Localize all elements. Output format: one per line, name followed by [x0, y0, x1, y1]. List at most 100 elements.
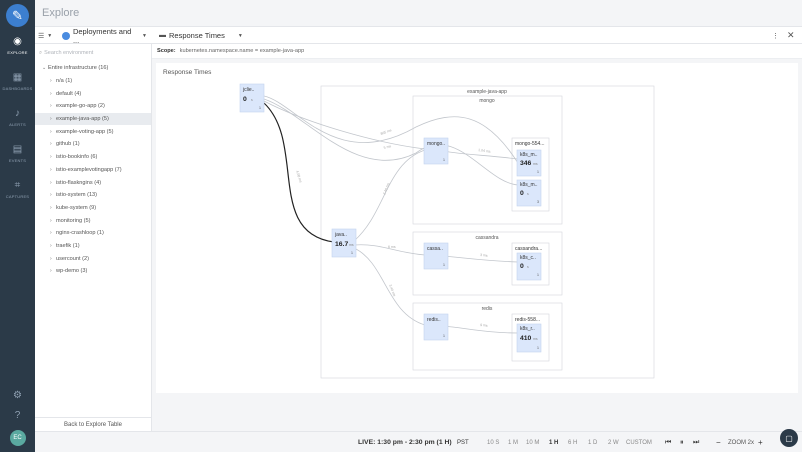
- tree-item[interactable]: › istio-flaskngins (4): [35, 176, 151, 189]
- tree-item[interactable]: › github (1): [35, 138, 151, 151]
- live-time-range[interactable]: LIVE: 1:30 pm - 2:30 pm (1 H): [358, 432, 452, 452]
- pause-icon[interactable]: ⏸: [680, 432, 684, 452]
- chevron-down-icon: ▼: [47, 32, 53, 39]
- zoom-in-button[interactable]: +: [758, 432, 763, 452]
- tree-item[interactable]: › wp-demo (3): [35, 265, 151, 278]
- environment-sidebar: ⌕ ⌄ Entire infrastructure (16) ›n/a (1)›…: [35, 44, 152, 431]
- svg-text:0: 0: [243, 96, 247, 103]
- tree-root[interactable]: ⌄ Entire infrastructure (16): [35, 62, 151, 75]
- response-times-panel: Response Times example-java-app mongo ca…: [156, 63, 798, 393]
- dashboards-icon: ▦: [12, 72, 23, 83]
- edge-client-mongo-service: [263, 100, 426, 150]
- nav-dashboards[interactable]: ▦ DASHBOARDS: [0, 72, 35, 102]
- tree-item[interactable]: › example-voting-app (5): [35, 125, 151, 138]
- svg-text:cassa..: cassa..: [427, 246, 443, 252]
- view-dropdown[interactable]: ▬ Response Times ▼: [159, 27, 243, 44]
- node-cassandra-service[interactable]: cassa.. 1: [423, 242, 449, 270]
- edge-label: 5 ms: [383, 144, 392, 150]
- step-back-icon[interactable]: ⏮: [665, 432, 671, 452]
- svg-text:1: 1: [443, 334, 445, 338]
- tree-item[interactable]: › traefik (1): [35, 240, 151, 253]
- svg-text:1: 1: [537, 170, 539, 174]
- time-range-option[interactable]: 6 H: [568, 432, 577, 452]
- help-icon[interactable]: ?: [0, 408, 35, 422]
- search-box: ⌕: [39, 48, 148, 58]
- svg-text:mongo..: mongo..: [427, 141, 445, 147]
- svg-text:410: 410: [520, 335, 532, 342]
- nav-events[interactable]: ▤ EVENTS: [0, 144, 35, 174]
- more-options-button[interactable]: ⋮: [772, 27, 779, 44]
- notifications-icon[interactable]: ⚙: [0, 388, 35, 402]
- time-range-option[interactable]: 2 W: [608, 432, 619, 452]
- time-navigation-bar: LIVE: 1:30 pm - 2:30 pm (1 H) PST 10 S 1 …: [35, 431, 802, 452]
- svg-text:1: 1: [443, 263, 445, 267]
- timezone-label[interactable]: PST: [457, 432, 469, 452]
- captures-icon: ⌗: [14, 180, 21, 191]
- step-forward-icon[interactable]: ⏭: [693, 432, 699, 452]
- node-mongo-service[interactable]: mongo.. 1: [423, 137, 449, 165]
- nav-captures[interactable]: ⌗ CAPTURES: [0, 180, 35, 210]
- tree-item[interactable]: › example-java-app (5): [35, 112, 151, 126]
- page-title: Explore: [42, 7, 80, 19]
- app-root: ✎ ◉ EXPLORE ▦ DASHBOARDS ♪ ALERTS ▤ EVEN…: [0, 0, 802, 452]
- node-redis-service[interactable]: redis.. 1: [423, 313, 449, 341]
- topology-graph[interactable]: example-java-app mongo cassandra redis m…: [156, 63, 798, 393]
- logo-icon[interactable]: ✎: [6, 4, 29, 27]
- svg-text:s: s: [251, 98, 253, 102]
- edge-label: 1.04 ms: [478, 148, 491, 154]
- back-to-explore-table-link[interactable]: Back to Explore Table: [35, 417, 151, 431]
- tree-item[interactable]: › istio-system (13): [35, 189, 151, 202]
- chat-icon[interactable]: ▢: [780, 429, 798, 447]
- edge-label: 3.44 ms: [388, 284, 396, 297]
- zoom-level: ZOOM 2x: [728, 439, 755, 446]
- node-redis-k8s[interactable]: k8s_r.. 410 ms 1: [516, 323, 542, 353]
- close-button[interactable]: ✕: [787, 27, 795, 44]
- zoom-out-button[interactable]: −: [716, 432, 721, 452]
- nav-alerts[interactable]: ♪ ALERTS: [0, 108, 35, 138]
- list-view-toggle[interactable]: ☰ ▼: [38, 27, 52, 44]
- tree-item[interactable]: › default (4): [35, 87, 151, 100]
- time-range-option[interactable]: 1 D: [588, 432, 597, 452]
- node-mongo-k8s-2[interactable]: k8s_m.. 0 s 3: [516, 179, 542, 207]
- tree-item[interactable]: › kube-system (9): [35, 202, 151, 215]
- edge-label: 4.08 ms: [295, 170, 303, 183]
- grouping-label: Deployments and ...: [72, 26, 132, 45]
- edge-label: 3 ms: [480, 253, 488, 258]
- nav-explore[interactable]: ◉ EXPLORE: [0, 36, 35, 66]
- dashboard-canvas: Response Times example-java-app mongo ca…: [152, 59, 802, 431]
- user-menu[interactable]: EC: [0, 430, 35, 446]
- scope-label: Scope:: [157, 48, 176, 54]
- time-range-option[interactable]: 1 H: [549, 432, 558, 452]
- svg-text:java..: java..: [334, 232, 347, 238]
- tree-item[interactable]: › n/a (1): [35, 75, 151, 88]
- svg-text:1: 1: [537, 346, 539, 350]
- node-client[interactable]: jclie.. 0 s 1: [239, 83, 265, 113]
- tree-item[interactable]: › istio-examplevotingapp (7): [35, 164, 151, 177]
- tree-item[interactable]: › usercount (2): [35, 252, 151, 265]
- tree-item[interactable]: › nginx-crashloop (1): [35, 227, 151, 240]
- time-range-option[interactable]: 10 S: [487, 432, 499, 452]
- avatar: EC: [9, 430, 26, 446]
- node-java[interactable]: java.. 16.7 ms 1: [331, 228, 357, 258]
- toolbar: ☰ ▼ Deployments and ... ▼ ▬ Response Tim…: [35, 26, 802, 45]
- list-icon: ☰: [38, 32, 45, 40]
- time-range-option[interactable]: 1 M: [508, 432, 518, 452]
- svg-text:k8s_m..: k8s_m..: [520, 182, 538, 188]
- time-range-option[interactable]: 10 M: [526, 432, 539, 452]
- tree-item[interactable]: › istio-bookinfo (6): [35, 151, 151, 164]
- svg-text:0: 0: [520, 263, 524, 270]
- edge-label: 6 ms: [388, 245, 396, 249]
- node-mongo-k8s-1[interactable]: k8s_m.. 346 ms 1: [516, 149, 542, 177]
- tree-item[interactable]: › example-go-app (2): [35, 100, 151, 113]
- node-name: cassandra...: [515, 246, 542, 252]
- search-input[interactable]: [44, 50, 140, 56]
- grouping-dropdown[interactable]: Deployments and ... ▼: [62, 26, 147, 45]
- svg-text:s: s: [527, 192, 529, 196]
- scope-bar[interactable]: Scope: kubernetes.namespace.name = examp…: [152, 44, 802, 59]
- tree-item[interactable]: › monitoring (5): [35, 214, 151, 227]
- time-range-option[interactable]: CUSTOM: [626, 432, 652, 452]
- svg-text:0: 0: [520, 190, 524, 197]
- node-cassandra-k8s[interactable]: k8s_c.. 0 s 1: [516, 252, 542, 281]
- svg-text:1: 1: [259, 106, 261, 110]
- node-name: mongo-554...: [515, 141, 544, 147]
